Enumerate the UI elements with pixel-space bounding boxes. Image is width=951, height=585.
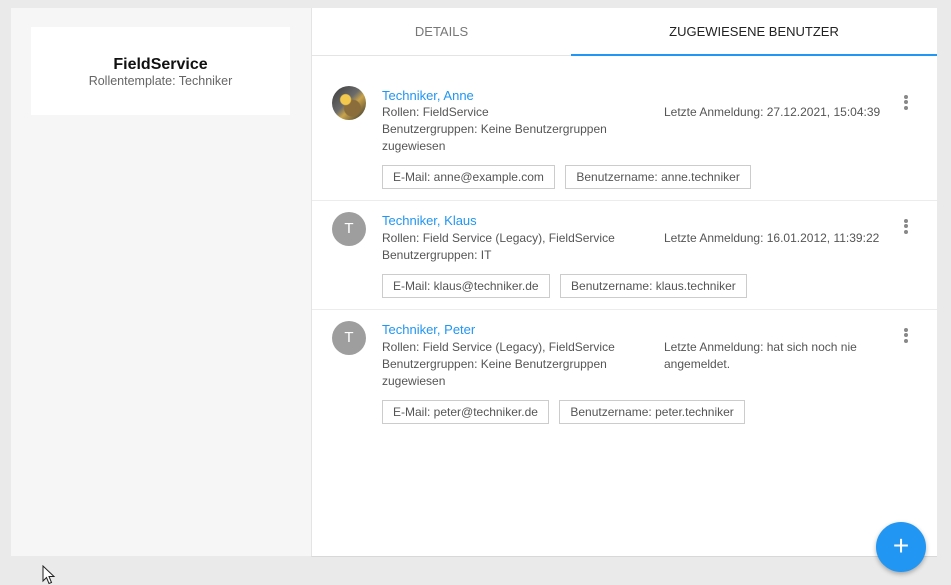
- avatar: T: [332, 321, 366, 355]
- user-groups: Benutzergruppen: Keine Benutzergruppen z…: [382, 122, 607, 153]
- mouse-cursor-icon: [42, 565, 56, 585]
- email-chip: E-Mail: peter@techniker.de: [382, 400, 549, 424]
- tab-details[interactable]: DETAILS: [312, 8, 571, 55]
- user-name-link[interactable]: Techniker, Anne: [382, 88, 474, 103]
- user-groups: Benutzergruppen: Keine Benutzergruppen z…: [382, 357, 607, 388]
- app-window: FieldService Rollentemplate: Techniker D…: [11, 8, 937, 557]
- last-login: Letzte Anmeldung: 16.01.2012, 11:39:22: [664, 231, 880, 245]
- tab-bar: DETAILS ZUGEWIESENE BENUTZER: [312, 8, 937, 56]
- user-chips: E-Mail: peter@techniker.de Benutzername:…: [382, 400, 751, 424]
- plus-icon: +: [892, 530, 910, 561]
- email-chip: E-Mail: klaus@techniker.de: [382, 274, 550, 298]
- user-info: Rollen: Field Service (Legacy), FieldSer…: [382, 230, 622, 264]
- list-item: T Techniker, Peter Rollen: Field Service…: [312, 310, 937, 440]
- add-user-button[interactable]: +: [876, 522, 926, 572]
- email-chip: E-Mail: anne@example.com: [382, 165, 555, 189]
- username-chip: Benutzername: peter.techniker: [559, 400, 745, 424]
- user-chips: E-Mail: anne@example.com Benutzername: a…: [382, 165, 757, 189]
- more-vert-icon[interactable]: [898, 93, 914, 113]
- more-vert-icon[interactable]: [898, 217, 914, 237]
- more-vert-icon[interactable]: [898, 326, 914, 346]
- user-list: Techniker, Anne Rollen: FieldService Ben…: [312, 56, 937, 440]
- user-info: Rollen: Field Service (Legacy), FieldSer…: [382, 339, 622, 390]
- left-panel: FieldService Rollentemplate: Techniker: [11, 8, 310, 556]
- user-roles: Rollen: Field Service (Legacy), FieldSer…: [382, 231, 615, 245]
- role-subtitle: Rollentemplate: Techniker: [88, 74, 233, 88]
- avatar: [332, 86, 366, 120]
- user-chips: E-Mail: klaus@techniker.de Benutzername:…: [382, 274, 753, 298]
- username-chip: Benutzername: klaus.techniker: [560, 274, 747, 298]
- role-title: FieldService: [113, 56, 208, 73]
- right-panel: DETAILS ZUGEWIESENE BENUTZER Techniker, …: [311, 8, 937, 557]
- username-chip: Benutzername: anne.techniker: [565, 165, 751, 189]
- user-name-link[interactable]: Techniker, Peter: [382, 322, 475, 337]
- last-login: Letzte Anmeldung: hat sich noch nie ange…: [664, 340, 857, 371]
- avatar: T: [332, 212, 366, 246]
- user-groups: Benutzergruppen: IT: [382, 248, 492, 262]
- user-roles: Rollen: Field Service (Legacy), FieldSer…: [382, 340, 615, 354]
- user-info: Rollen: FieldService Benutzergruppen: Ke…: [382, 104, 622, 155]
- last-login: Letzte Anmeldung: 27.12.2021, 15:04:39: [664, 105, 881, 119]
- user-name-link[interactable]: Techniker, Klaus: [382, 213, 477, 228]
- role-card: FieldService Rollentemplate: Techniker: [31, 27, 290, 115]
- list-item: T Techniker, Klaus Rollen: Field Service…: [312, 201, 937, 310]
- user-roles: Rollen: FieldService: [382, 105, 489, 119]
- list-item: Techniker, Anne Rollen: FieldService Ben…: [312, 56, 937, 201]
- tab-assigned-users[interactable]: ZUGEWIESENE BENUTZER: [571, 8, 937, 56]
